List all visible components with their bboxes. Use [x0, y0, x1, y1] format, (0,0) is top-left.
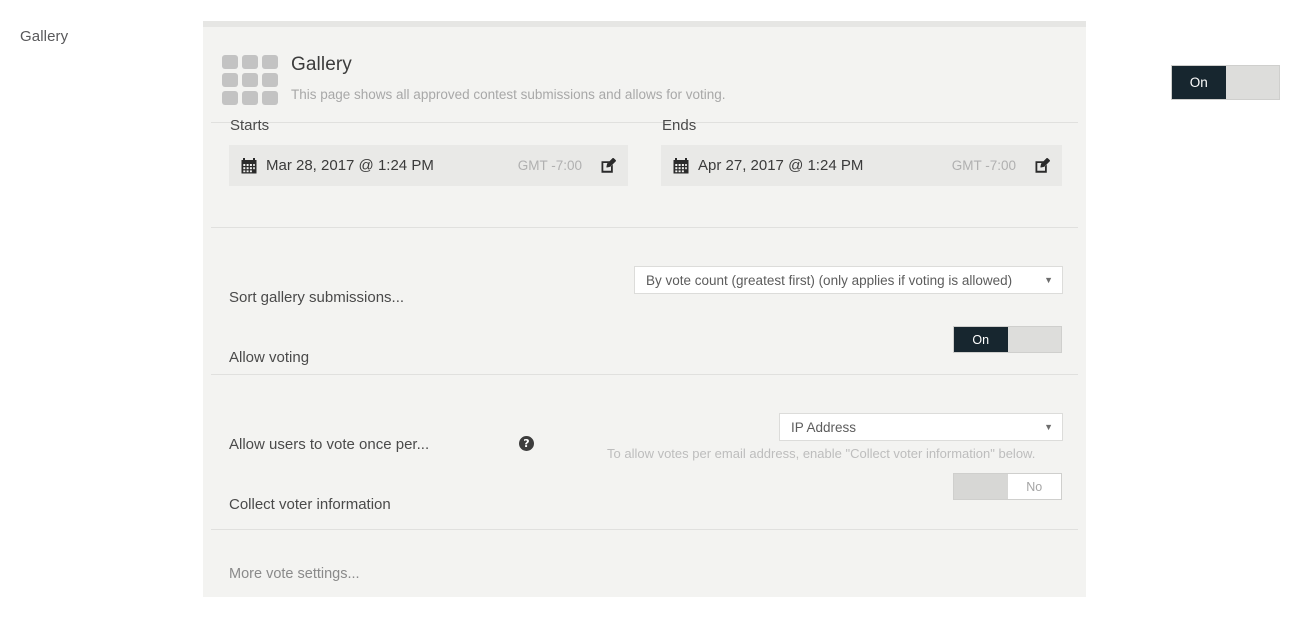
toggle-yes-segment[interactable] — [954, 474, 1008, 499]
starts-timezone: GMT -7:00 — [517, 158, 582, 173]
chevron-down-icon: ▼ — [1044, 421, 1053, 432]
sort-label: Sort gallery submissions... — [229, 289, 405, 306]
schedule-section: Starts Mar 28, 2017 @ 1:24 PM GMT -7:00 … — [203, 117, 1086, 237]
schedule-divider — [211, 227, 1078, 228]
voting-divider — [211, 374, 1078, 375]
allow-voting-label: Allow voting — [229, 349, 310, 366]
help-circle-icon[interactable]: ? — [519, 436, 534, 451]
gallery-settings-panel: Gallery This page shows all approved con… — [203, 21, 1280, 597]
calendar-icon — [241, 157, 257, 174]
rail-page-label: Gallery — [20, 28, 69, 45]
pencil-edit-icon[interactable] — [1034, 157, 1050, 174]
collect-voter-divider — [211, 529, 1078, 530]
vote-frequency-select[interactable]: IP Address ▼ — [779, 413, 1063, 441]
vote-frequency-label: Allow users to vote once per... — [229, 436, 430, 453]
pencil-edit-icon[interactable] — [600, 157, 616, 174]
more-vote-settings-link[interactable]: More vote settings... — [229, 566, 360, 582]
vote-frequency-select-value: IP Address — [791, 419, 857, 435]
toggle-on-segment[interactable]: On — [954, 327, 1008, 352]
page-description: This page shows all approved contest sub… — [291, 87, 726, 102]
toggle-on-segment[interactable]: On — [1172, 66, 1226, 99]
vote-frequency-hint: To allow votes per email address, enable… — [607, 446, 1036, 461]
toggle-off-segment[interactable] — [1225, 66, 1279, 99]
left-rail: Gallery — [0, 0, 203, 621]
toggle-no-segment[interactable]: No — [1007, 474, 1061, 499]
grid-3x3-icon — [222, 55, 278, 105]
ends-column: Ends Apr 27, 2017 @ 1:24 PM GMT -7:00 — [661, 117, 1062, 186]
ends-date-field[interactable]: Apr 27, 2017 @ 1:24 PM GMT -7:00 — [661, 145, 1062, 186]
calendar-icon — [673, 157, 689, 174]
sort-select[interactable]: By vote count (greatest first) (only app… — [634, 266, 1063, 294]
ends-label: Ends — [662, 117, 697, 134]
collect-voter-info-label: Collect voter information — [229, 496, 391, 513]
starts-date-value: Mar 28, 2017 @ 1:24 PM — [266, 157, 434, 174]
starts-date-field[interactable]: Mar 28, 2017 @ 1:24 PM GMT -7:00 — [229, 145, 628, 186]
toggle-off-segment[interactable] — [1007, 327, 1061, 352]
sort-select-value: By vote count (greatest first) (only app… — [646, 272, 1013, 288]
ends-timezone: GMT -7:00 — [951, 158, 1016, 173]
ends-date-value: Apr 27, 2017 @ 1:24 PM — [698, 157, 864, 174]
starts-column: Starts Mar 28, 2017 @ 1:24 PM GMT -7:00 — [229, 117, 628, 186]
collect-voter-info-toggle[interactable]: No — [953, 473, 1062, 500]
starts-label: Starts — [230, 117, 270, 134]
panel-header: Gallery This page shows all approved con… — [203, 27, 1280, 123]
allow-voting-toggle[interactable]: On — [953, 326, 1062, 353]
gallery-enabled-toggle[interactable]: On — [1171, 65, 1280, 100]
page-title: Gallery — [291, 54, 352, 75]
chevron-down-icon: ▼ — [1044, 274, 1053, 285]
